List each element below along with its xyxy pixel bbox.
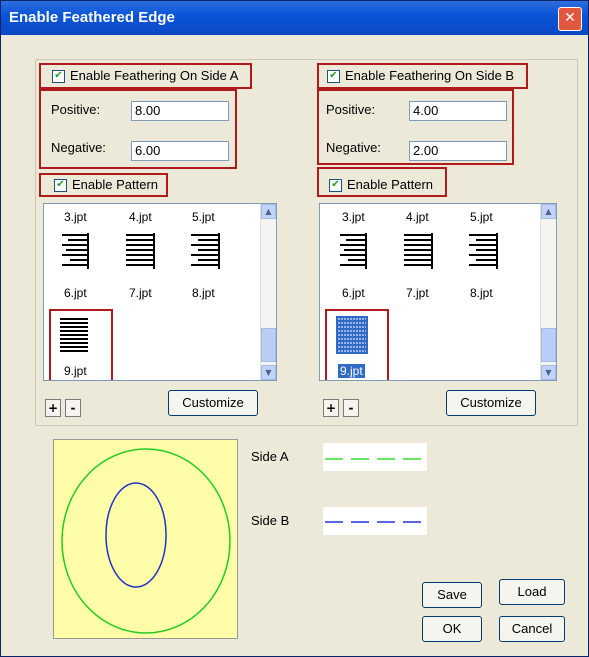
pattern-name: 7.jpt: [406, 286, 429, 300]
pattern-image: [469, 233, 498, 269]
scroll-thumb[interactable]: [541, 328, 556, 362]
pattern-image: [62, 233, 89, 269]
sideA-customize-button[interactable]: Customize: [168, 390, 258, 416]
sideB-pattern-label: Enable Pattern: [347, 177, 434, 192]
sideA-selected-pattern-name: 9.jpt: [64, 364, 87, 378]
checkmark-icon: ✔: [331, 179, 340, 190]
checkmark-icon: ✔: [329, 70, 338, 81]
pattern-name: 8.jpt: [470, 286, 493, 300]
sideA-positive-label: Positive:: [51, 102, 101, 117]
pattern-thumbnail[interactable]: [189, 232, 221, 270]
preview-panel: [53, 439, 238, 639]
legend-sideB-label: Side B: [251, 513, 290, 528]
sideB-selected-pattern-name: 9.jpt: [338, 364, 365, 378]
sideA-negative-field[interactable]: 6.00: [131, 141, 229, 161]
pattern-name: 6.jpt: [64, 286, 87, 300]
cancel-button[interactable]: Cancel: [499, 616, 565, 642]
sideB-enable-checkbox[interactable]: ✔: [327, 70, 340, 83]
sideA-pattern-label: Enable Pattern: [72, 177, 159, 192]
pattern-thumbnail[interactable]: [467, 232, 499, 270]
inner-contour: [105, 482, 167, 588]
pattern-name: 7.jpt: [129, 286, 152, 300]
chevron-down-icon[interactable]: ▼: [261, 365, 276, 380]
dialog-window: Enable Feathered Edge ✕ ✔ Enable Feather…: [0, 0, 589, 657]
legend-sideA-swatch: [323, 443, 427, 471]
pattern-name: 5.jpt: [192, 210, 215, 224]
window-title: Enable Feathered Edge: [9, 9, 175, 26]
sideA-list-scrollbar[interactable]: ▲ ▼: [260, 204, 276, 380]
pattern-name: 3.jpt: [64, 210, 87, 224]
chevron-up-icon[interactable]: ▲: [541, 204, 556, 219]
pattern-name: 5.jpt: [470, 210, 493, 224]
save-button[interactable]: Save: [422, 582, 482, 608]
sideA-add-pattern-button[interactable]: +: [45, 399, 61, 417]
chevron-up-icon[interactable]: ▲: [261, 204, 276, 219]
scroll-thumb[interactable]: [261, 328, 276, 362]
pattern-name: 6.jpt: [342, 286, 365, 300]
pattern-thumbnail[interactable]: [336, 232, 368, 270]
preview-shape: [61, 448, 231, 634]
sideB-positive-label: Positive:: [326, 102, 376, 117]
checkmark-icon: ✔: [54, 70, 63, 81]
sideB-pattern-list[interactable]: 3.jpt 4.jpt 5.jpt 6.jpt 7.jpt 8.jpt 9.jp…: [319, 203, 557, 381]
pattern-image: [404, 233, 433, 269]
pattern-name: 4.jpt: [129, 210, 152, 224]
checkmark-icon: ✔: [56, 179, 65, 190]
sideB-add-pattern-button[interactable]: +: [323, 399, 339, 417]
pattern-name: 3.jpt: [342, 210, 365, 224]
ok-button[interactable]: OK: [422, 616, 482, 642]
pattern-thumbnail[interactable]: [402, 232, 434, 270]
legend-sideB-line: [325, 521, 425, 523]
sideB-pattern-checkbox[interactable]: ✔: [329, 179, 342, 192]
pattern-image: [126, 233, 155, 269]
sideB-enable-label: Enable Feathering On Side B: [345, 68, 515, 83]
sideB-list-scrollbar[interactable]: ▲ ▼: [540, 204, 556, 380]
pattern-name: 8.jpt: [192, 286, 215, 300]
sideA-positive-field[interactable]: 8.00: [131, 101, 229, 121]
sideA-enable-label: Enable Feathering On Side A: [70, 68, 239, 83]
legend-sideA-label: Side A: [251, 449, 289, 464]
sideA-enable-checkbox[interactable]: ✔: [52, 70, 65, 83]
chevron-down-icon[interactable]: ▼: [541, 365, 556, 380]
sideA-pattern-list[interactable]: 3.jpt 4.jpt 5.jpt 6.jpt 7.jpt 8.jpt 9.jp…: [43, 203, 277, 381]
title-bar[interactable]: Enable Feathered Edge ✕: [1, 1, 588, 35]
load-button[interactable]: Load: [499, 579, 565, 605]
sideB-customize-button[interactable]: Customize: [446, 390, 536, 416]
outer-contour: [61, 448, 231, 634]
close-icon: ✕: [564, 10, 576, 26]
pattern-thumbnail[interactable]: [124, 232, 156, 270]
pattern-name: 4.jpt: [406, 210, 429, 224]
sideB-negative-field[interactable]: 2.00: [409, 141, 507, 161]
pattern-thumbnail[interactable]: [58, 232, 90, 270]
pattern-image: [340, 233, 367, 269]
sideA-negative-label: Negative:: [51, 140, 106, 155]
sideB-negative-label: Negative:: [326, 140, 381, 155]
legend-sideB-swatch: [323, 507, 427, 535]
sideA-remove-pattern-button[interactable]: -: [65, 399, 81, 417]
sideB-remove-pattern-button[interactable]: -: [343, 399, 359, 417]
sideA-pattern-checkbox[interactable]: ✔: [54, 179, 67, 192]
close-button[interactable]: ✕: [558, 7, 582, 31]
legend-sideA-line: [325, 458, 425, 460]
sideB-positive-field[interactable]: 4.00: [409, 101, 507, 121]
pattern-image: [191, 233, 220, 269]
